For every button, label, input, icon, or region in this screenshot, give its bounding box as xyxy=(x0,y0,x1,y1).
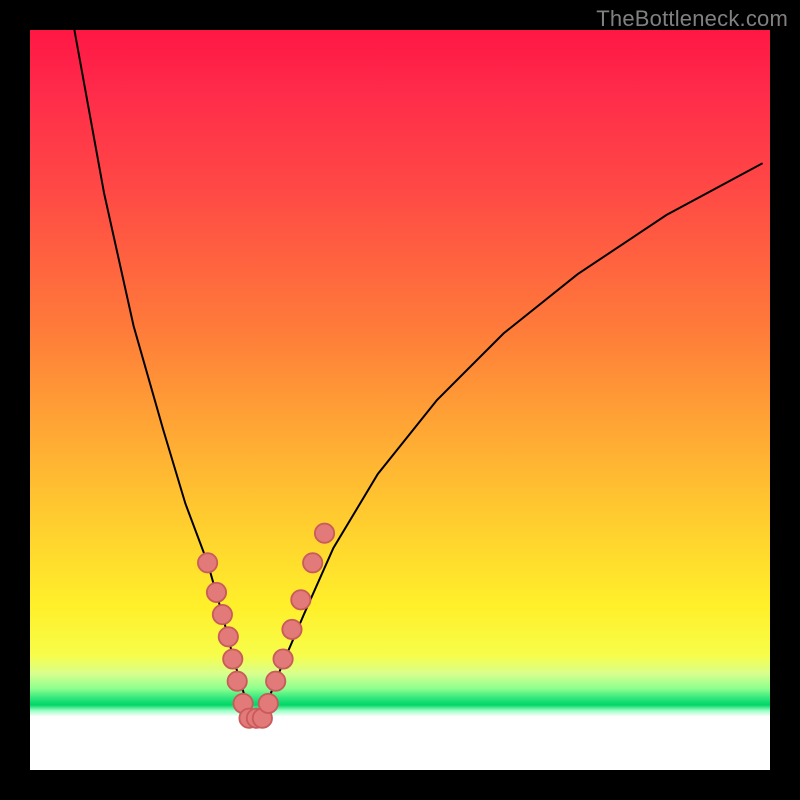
data-point-marker xyxy=(291,590,310,609)
watermark-text: TheBottleneck.com xyxy=(596,6,788,32)
data-point-marker xyxy=(219,627,238,646)
data-point-marker xyxy=(315,524,334,543)
chart-stage: TheBottleneck.com xyxy=(0,0,800,800)
data-point-marker xyxy=(207,583,226,602)
data-point-marker xyxy=(259,694,278,713)
plot-area xyxy=(30,30,770,770)
data-point-marker xyxy=(273,649,292,668)
data-point-marker xyxy=(198,553,217,572)
curve-layer xyxy=(30,30,770,770)
data-point-marker xyxy=(223,649,242,668)
data-point-marker xyxy=(213,605,232,624)
data-point-marker xyxy=(228,672,247,691)
data-point-marker xyxy=(303,553,322,572)
bottleneck-curve xyxy=(74,30,762,718)
data-point-marker xyxy=(266,672,285,691)
data-point-marker xyxy=(282,620,301,639)
